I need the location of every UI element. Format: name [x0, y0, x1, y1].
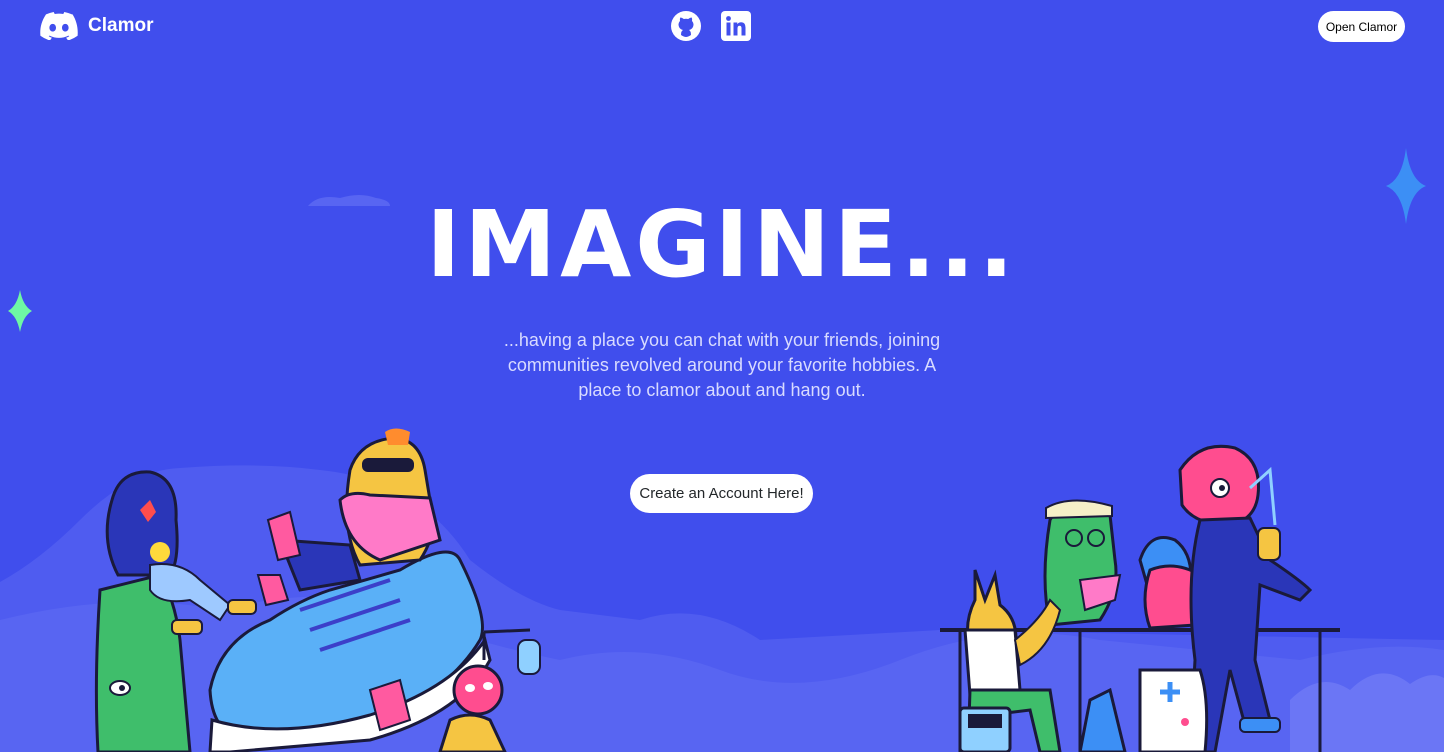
lantern [517, 639, 541, 675]
hero-title: IMAGINE... [426, 191, 1018, 298]
linkedin-link[interactable] [720, 10, 752, 42]
hero-description: ...having a place you can chat with your… [503, 330, 941, 400]
discord-logo-icon [40, 12, 78, 40]
top-navbar: Clamor Open Clamor [0, 0, 1444, 52]
controller-statue [1138, 668, 1209, 752]
pink-character [452, 664, 504, 716]
github-icon [671, 11, 701, 41]
hooded-figure [105, 470, 179, 577]
github-link[interactable] [670, 10, 702, 42]
open-clamor-button[interactable]: Open Clamor [1318, 11, 1405, 42]
brand-name: Clamor [88, 15, 154, 36]
right-bush [1290, 673, 1444, 752]
create-account-button[interactable]: Create an Account Here! [630, 474, 813, 513]
social-links [670, 10, 752, 42]
linkedin-icon [721, 11, 751, 41]
brand-logo[interactable]: Clamor [40, 12, 153, 40]
